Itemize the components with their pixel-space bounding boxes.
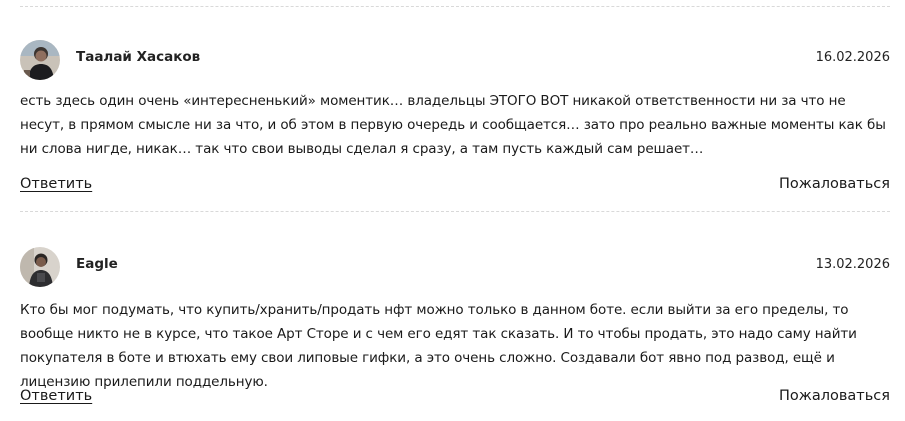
report-button[interactable]: Пожаловаться [779, 176, 890, 192]
comment-text: есть здесь один очень «интересненький» м… [20, 93, 886, 157]
comment-actions: Ответить Пожаловаться [20, 176, 890, 196]
comment-author[interactable]: Eagle [76, 256, 118, 272]
comment-text: Кто бы мог подумать, что купить/хранить/… [20, 302, 857, 390]
comment-header: Eagle 13.02.2026 [20, 245, 890, 287]
comment-date: 13.02.2026 [815, 257, 890, 272]
reply-button[interactable]: Ответить [20, 388, 92, 404]
user-photo-avatar-icon [20, 40, 60, 80]
reply-button[interactable]: Ответить [20, 176, 92, 192]
comment-divider [20, 6, 890, 7]
user-photo-avatar-icon [20, 247, 60, 287]
comment-item: Таалай Хасаков 16.02.2026 есть здесь оди… [20, 38, 890, 192]
comment-header: Таалай Хасаков 16.02.2026 [20, 38, 890, 80]
comment-divider [20, 211, 890, 212]
avatar[interactable] [20, 40, 60, 80]
comment-actions: Ответить Пожаловаться [20, 388, 890, 408]
avatar[interactable] [20, 247, 60, 287]
comment-item: Eagle 13.02.2026 Кто бы мог подумать, чт… [20, 245, 890, 404]
comment-date: 16.02.2026 [815, 50, 890, 65]
report-button[interactable]: Пожаловаться [779, 388, 890, 404]
comment-author[interactable]: Таалай Хасаков [76, 49, 200, 65]
